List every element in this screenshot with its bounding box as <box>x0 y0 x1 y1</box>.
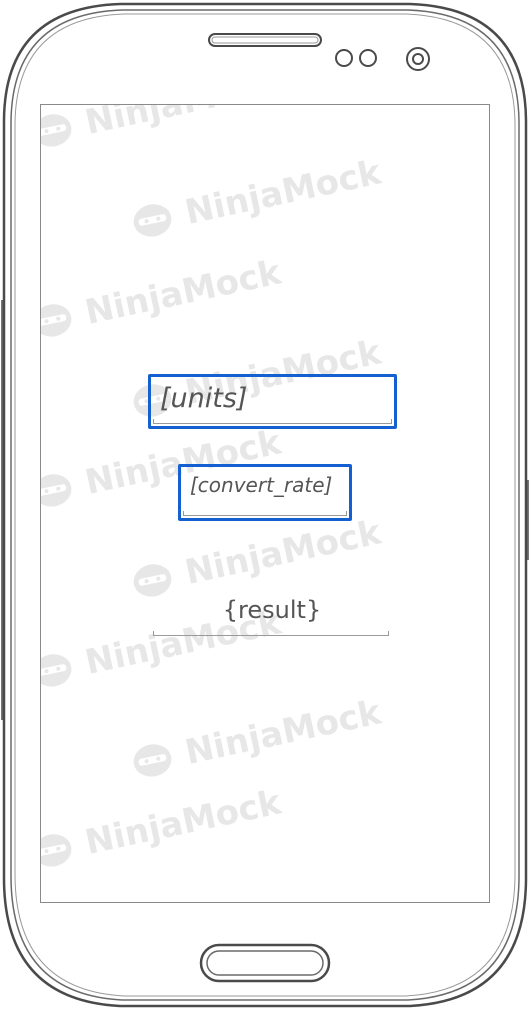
app-screen: NinjaMock NinjaMock NinjaMock NinjaMock Ninj… <box>40 104 490 903</box>
convert-rate-placeholder: [convert_rate] <box>190 473 333 497</box>
ninja-logo-icon <box>41 474 72 507</box>
ninja-logo-icon <box>41 654 72 687</box>
ninja-logo-icon <box>41 834 72 867</box>
watermark: NinjaMock <box>41 252 284 344</box>
input-underline <box>183 511 347 516</box>
result-label: {result} <box>222 596 322 624</box>
units-placeholder: [units] <box>160 383 248 414</box>
watermark-text: NinjaMock <box>81 782 285 863</box>
ninja-logo-icon <box>41 304 72 337</box>
watermark-text: NinjaMock <box>181 152 385 233</box>
watermark-text: NinjaMock <box>181 692 385 773</box>
watermark-text: NinjaMock <box>82 105 285 143</box>
input-underline <box>153 419 392 424</box>
watermark-text: NinjaMock <box>181 512 385 593</box>
sensor-icon <box>335 49 377 67</box>
watermark: NinjaMock <box>127 692 385 784</box>
watermark: NinjaMock <box>127 512 385 604</box>
watermark: NinjaMock <box>127 152 385 244</box>
ninja-logo-icon <box>133 744 172 777</box>
watermark: NinjaMock <box>41 782 284 874</box>
result-underline <box>153 631 389 636</box>
phone-mockup: NinjaMock NinjaMock NinjaMock NinjaMock Ninj… <box>0 0 530 1010</box>
ninja-logo-icon <box>133 204 172 237</box>
ninja-logo-icon <box>41 114 72 147</box>
watermark: NinjaMock <box>41 105 284 155</box>
watermark-text: NinjaMock <box>81 252 285 333</box>
speaker-grille-icon <box>208 33 322 47</box>
convert-rate-input[interactable]: [convert_rate] <box>178 464 352 521</box>
front-camera-icon <box>406 47 430 71</box>
home-button-icon[interactable] <box>198 942 332 984</box>
units-input[interactable]: [units] <box>148 374 397 429</box>
